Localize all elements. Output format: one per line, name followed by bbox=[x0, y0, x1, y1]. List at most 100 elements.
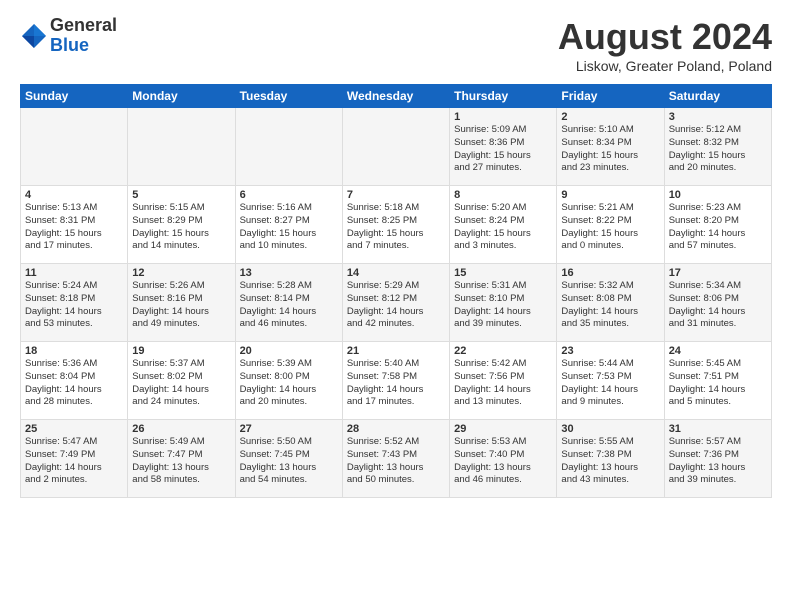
day-info: Sunrise: 5:44 AM Sunset: 7:53 PM Dayligh… bbox=[561, 358, 659, 409]
day-info: Sunrise: 5:55 AM Sunset: 7:38 PM Dayligh… bbox=[561, 436, 659, 487]
calendar-cell bbox=[128, 108, 235, 186]
day-info: Sunrise: 5:49 AM Sunset: 7:47 PM Dayligh… bbox=[132, 436, 230, 487]
day-number: 30 bbox=[561, 423, 659, 435]
day-info: Sunrise: 5:18 AM Sunset: 8:25 PM Dayligh… bbox=[347, 202, 445, 253]
day-number: 23 bbox=[561, 345, 659, 357]
day-number: 8 bbox=[454, 189, 552, 201]
calendar-cell: 5Sunrise: 5:15 AM Sunset: 8:29 PM Daylig… bbox=[128, 186, 235, 264]
day-info: Sunrise: 5:32 AM Sunset: 8:08 PM Dayligh… bbox=[561, 280, 659, 331]
calendar-cell: 11Sunrise: 5:24 AM Sunset: 8:18 PM Dayli… bbox=[21, 264, 128, 342]
title-block: August 2024 Liskow, Greater Poland, Pola… bbox=[558, 16, 772, 74]
day-info: Sunrise: 5:16 AM Sunset: 8:27 PM Dayligh… bbox=[240, 202, 338, 253]
week-row-1: 4Sunrise: 5:13 AM Sunset: 8:31 PM Daylig… bbox=[21, 186, 772, 264]
day-info: Sunrise: 5:31 AM Sunset: 8:10 PM Dayligh… bbox=[454, 280, 552, 331]
day-number: 26 bbox=[132, 423, 230, 435]
calendar-cell: 19Sunrise: 5:37 AM Sunset: 8:02 PM Dayli… bbox=[128, 342, 235, 420]
day-number: 27 bbox=[240, 423, 338, 435]
day-info: Sunrise: 5:24 AM Sunset: 8:18 PM Dayligh… bbox=[25, 280, 123, 331]
calendar-cell: 30Sunrise: 5:55 AM Sunset: 7:38 PM Dayli… bbox=[557, 420, 664, 498]
day-number: 28 bbox=[347, 423, 445, 435]
day-number: 1 bbox=[454, 111, 552, 123]
calendar-cell: 4Sunrise: 5:13 AM Sunset: 8:31 PM Daylig… bbox=[21, 186, 128, 264]
calendar-cell: 20Sunrise: 5:39 AM Sunset: 8:00 PM Dayli… bbox=[235, 342, 342, 420]
calendar-cell: 24Sunrise: 5:45 AM Sunset: 7:51 PM Dayli… bbox=[664, 342, 771, 420]
calendar-cell: 9Sunrise: 5:21 AM Sunset: 8:22 PM Daylig… bbox=[557, 186, 664, 264]
day-number: 3 bbox=[669, 111, 767, 123]
week-row-0: 1Sunrise: 5:09 AM Sunset: 8:36 PM Daylig… bbox=[21, 108, 772, 186]
calendar-cell: 31Sunrise: 5:57 AM Sunset: 7:36 PM Dayli… bbox=[664, 420, 771, 498]
calendar-cell: 15Sunrise: 5:31 AM Sunset: 8:10 PM Dayli… bbox=[450, 264, 557, 342]
header-row: SundayMondayTuesdayWednesdayThursdayFrid… bbox=[21, 85, 772, 108]
calendar-cell: 16Sunrise: 5:32 AM Sunset: 8:08 PM Dayli… bbox=[557, 264, 664, 342]
header-day-tuesday: Tuesday bbox=[235, 85, 342, 108]
day-info: Sunrise: 5:39 AM Sunset: 8:00 PM Dayligh… bbox=[240, 358, 338, 409]
day-number: 20 bbox=[240, 345, 338, 357]
day-number: 15 bbox=[454, 267, 552, 279]
day-info: Sunrise: 5:20 AM Sunset: 8:24 PM Dayligh… bbox=[454, 202, 552, 253]
day-info: Sunrise: 5:37 AM Sunset: 8:02 PM Dayligh… bbox=[132, 358, 230, 409]
calendar-cell: 7Sunrise: 5:18 AM Sunset: 8:25 PM Daylig… bbox=[342, 186, 449, 264]
calendar-cell: 12Sunrise: 5:26 AM Sunset: 8:16 PM Dayli… bbox=[128, 264, 235, 342]
calendar-cell: 10Sunrise: 5:23 AM Sunset: 8:20 PM Dayli… bbox=[664, 186, 771, 264]
page: General Blue August 2024 Liskow, Greater… bbox=[0, 0, 792, 508]
calendar-cell: 14Sunrise: 5:29 AM Sunset: 8:12 PM Dayli… bbox=[342, 264, 449, 342]
day-number: 22 bbox=[454, 345, 552, 357]
day-number: 31 bbox=[669, 423, 767, 435]
day-number: 7 bbox=[347, 189, 445, 201]
day-info: Sunrise: 5:10 AM Sunset: 8:34 PM Dayligh… bbox=[561, 124, 659, 175]
week-row-2: 11Sunrise: 5:24 AM Sunset: 8:18 PM Dayli… bbox=[21, 264, 772, 342]
calendar-cell bbox=[342, 108, 449, 186]
calendar-cell: 23Sunrise: 5:44 AM Sunset: 7:53 PM Dayli… bbox=[557, 342, 664, 420]
calendar-cell: 1Sunrise: 5:09 AM Sunset: 8:36 PM Daylig… bbox=[450, 108, 557, 186]
day-info: Sunrise: 5:45 AM Sunset: 7:51 PM Dayligh… bbox=[669, 358, 767, 409]
day-info: Sunrise: 5:53 AM Sunset: 7:40 PM Dayligh… bbox=[454, 436, 552, 487]
calendar-cell: 21Sunrise: 5:40 AM Sunset: 7:58 PM Dayli… bbox=[342, 342, 449, 420]
day-number: 2 bbox=[561, 111, 659, 123]
day-info: Sunrise: 5:28 AM Sunset: 8:14 PM Dayligh… bbox=[240, 280, 338, 331]
calendar-cell: 28Sunrise: 5:52 AM Sunset: 7:43 PM Dayli… bbox=[342, 420, 449, 498]
logo-icon bbox=[20, 22, 48, 50]
week-row-4: 25Sunrise: 5:47 AM Sunset: 7:49 PM Dayli… bbox=[21, 420, 772, 498]
day-number: 13 bbox=[240, 267, 338, 279]
header-day-monday: Monday bbox=[128, 85, 235, 108]
day-info: Sunrise: 5:15 AM Sunset: 8:29 PM Dayligh… bbox=[132, 202, 230, 253]
logo-blue: Blue bbox=[50, 35, 89, 55]
header-day-friday: Friday bbox=[557, 85, 664, 108]
day-number: 29 bbox=[454, 423, 552, 435]
calendar-cell: 22Sunrise: 5:42 AM Sunset: 7:56 PM Dayli… bbox=[450, 342, 557, 420]
day-info: Sunrise: 5:23 AM Sunset: 8:20 PM Dayligh… bbox=[669, 202, 767, 253]
day-info: Sunrise: 5:47 AM Sunset: 7:49 PM Dayligh… bbox=[25, 436, 123, 487]
calendar-cell: 27Sunrise: 5:50 AM Sunset: 7:45 PM Dayli… bbox=[235, 420, 342, 498]
header-day-thursday: Thursday bbox=[450, 85, 557, 108]
week-row-3: 18Sunrise: 5:36 AM Sunset: 8:04 PM Dayli… bbox=[21, 342, 772, 420]
day-info: Sunrise: 5:29 AM Sunset: 8:12 PM Dayligh… bbox=[347, 280, 445, 331]
day-number: 14 bbox=[347, 267, 445, 279]
day-number: 18 bbox=[25, 345, 123, 357]
day-number: 6 bbox=[240, 189, 338, 201]
calendar-cell: 2Sunrise: 5:10 AM Sunset: 8:34 PM Daylig… bbox=[557, 108, 664, 186]
day-info: Sunrise: 5:57 AM Sunset: 7:36 PM Dayligh… bbox=[669, 436, 767, 487]
header-day-saturday: Saturday bbox=[664, 85, 771, 108]
day-number: 24 bbox=[669, 345, 767, 357]
logo-general: General bbox=[50, 15, 117, 35]
day-number: 5 bbox=[132, 189, 230, 201]
day-info: Sunrise: 5:09 AM Sunset: 8:36 PM Dayligh… bbox=[454, 124, 552, 175]
header: General Blue August 2024 Liskow, Greater… bbox=[20, 16, 772, 74]
calendar-cell: 8Sunrise: 5:20 AM Sunset: 8:24 PM Daylig… bbox=[450, 186, 557, 264]
day-info: Sunrise: 5:21 AM Sunset: 8:22 PM Dayligh… bbox=[561, 202, 659, 253]
calendar-cell: 17Sunrise: 5:34 AM Sunset: 8:06 PM Dayli… bbox=[664, 264, 771, 342]
calendar-cell bbox=[235, 108, 342, 186]
day-info: Sunrise: 5:40 AM Sunset: 7:58 PM Dayligh… bbox=[347, 358, 445, 409]
day-number: 9 bbox=[561, 189, 659, 201]
calendar-cell: 3Sunrise: 5:12 AM Sunset: 8:32 PM Daylig… bbox=[664, 108, 771, 186]
day-info: Sunrise: 5:12 AM Sunset: 8:32 PM Dayligh… bbox=[669, 124, 767, 175]
logo-text: General Blue bbox=[50, 16, 117, 56]
calendar-cell: 29Sunrise: 5:53 AM Sunset: 7:40 PM Dayli… bbox=[450, 420, 557, 498]
day-number: 11 bbox=[25, 267, 123, 279]
calendar-cell bbox=[21, 108, 128, 186]
day-info: Sunrise: 5:50 AM Sunset: 7:45 PM Dayligh… bbox=[240, 436, 338, 487]
calendar-cell: 18Sunrise: 5:36 AM Sunset: 8:04 PM Dayli… bbox=[21, 342, 128, 420]
day-number: 12 bbox=[132, 267, 230, 279]
day-number: 19 bbox=[132, 345, 230, 357]
calendar-cell: 25Sunrise: 5:47 AM Sunset: 7:49 PM Dayli… bbox=[21, 420, 128, 498]
